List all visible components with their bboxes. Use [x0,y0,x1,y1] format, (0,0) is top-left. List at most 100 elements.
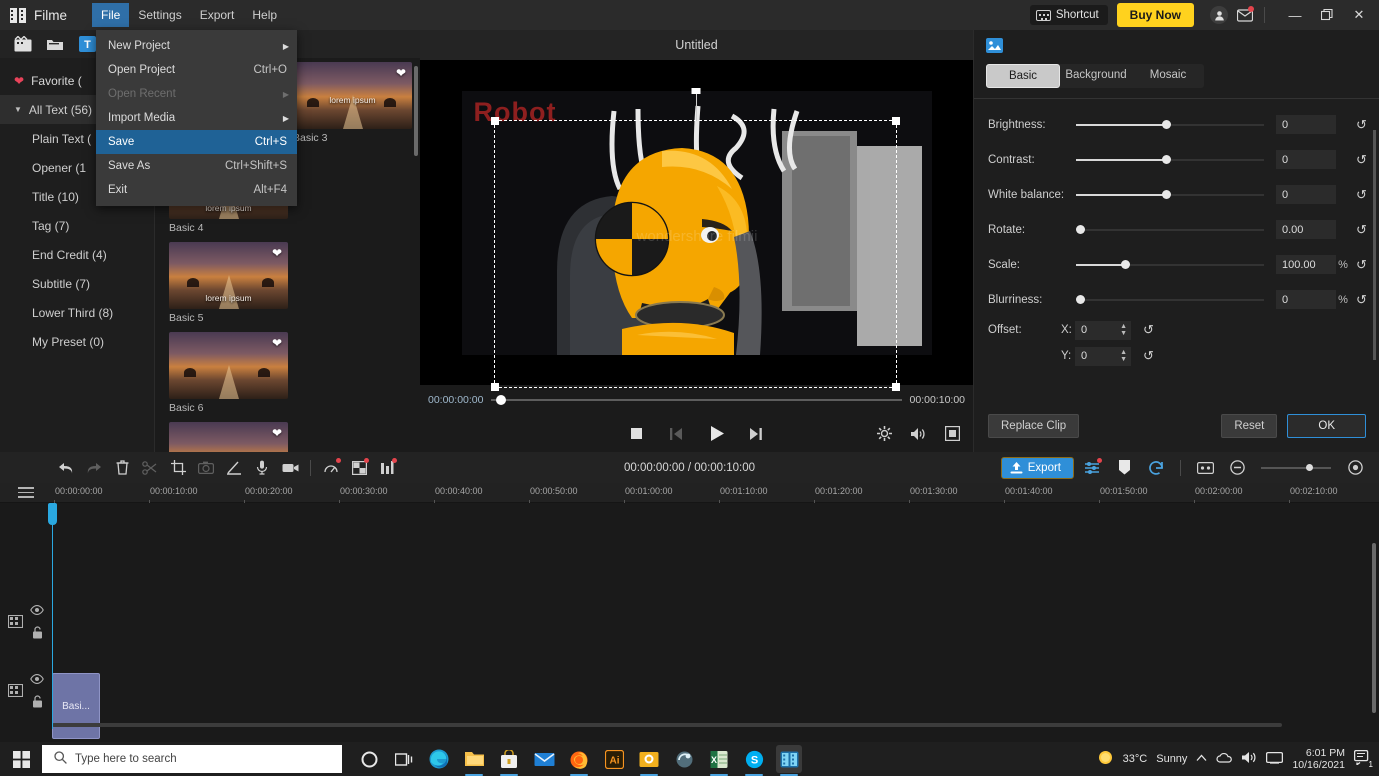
onedrive-icon[interactable] [1216,752,1233,767]
filmstrip-icon[interactable] [1191,456,1219,480]
redo-icon[interactable] [80,456,108,480]
text-icon[interactable]: T [76,34,98,54]
timeline-horizontal-scrollbar[interactable] [52,723,1282,727]
menu-item-save-as[interactable]: Save As Ctrl+Shift+S [96,154,297,178]
menu-settings[interactable]: Settings [129,3,190,27]
zoom-handle[interactable] [1305,463,1313,471]
skype-icon[interactable]: S [741,745,767,776]
heart-filled-icon[interactable]: ❤ [272,246,282,260]
reset-icon[interactable]: ↺ [1143,322,1154,338]
messages-button[interactable] [1232,2,1258,28]
media-cell[interactable]: ❤ lorem ipsum Basic 5 [169,242,288,324]
buy-now-button[interactable]: Buy Now [1116,3,1194,27]
delete-icon[interactable] [108,456,136,480]
zoom-out-icon[interactable] [1223,456,1251,480]
menu-export[interactable]: Export [191,3,244,27]
heart-filled-icon[interactable]: ❤ [272,336,282,350]
timeline-vertical-scrollbar[interactable] [1372,543,1376,713]
blurriness-value[interactable]: 0 [1276,290,1336,309]
sidebar-item-lower-third[interactable]: Lower Third (8) [0,298,154,327]
reset-button[interactable]: Reset [1221,414,1278,438]
weather-temp[interactable]: 33°C [1123,753,1148,765]
preview-canvas[interactable]: wondershare filmii Robot [420,60,973,391]
eye-icon[interactable] [30,604,45,618]
preview-scrubber[interactable] [491,395,902,405]
rotate-slider[interactable] [1076,224,1264,234]
menu-item-save[interactable]: Save Ctrl+S [96,130,297,154]
reset-icon[interactable]: ↺ [1356,222,1367,238]
recuva-icon[interactable] [671,745,697,773]
crop-icon[interactable] [164,456,192,480]
play-icon[interactable] [708,425,726,443]
scrubber-handle[interactable] [495,395,506,405]
outlook-icon[interactable] [636,745,662,776]
lock-icon[interactable] [32,625,43,642]
tab-mosaic[interactable]: Mosaic [1132,64,1204,88]
search-input[interactable]: Type here to search [42,745,342,773]
scale-slider[interactable] [1076,259,1264,269]
menu-item-exit[interactable]: Exit Alt+F4 [96,178,297,202]
reset-icon[interactable]: ↺ [1356,117,1367,133]
heart-filled-icon[interactable]: ❤ [396,66,406,80]
folder-icon[interactable] [44,34,66,54]
replace-clip-button[interactable]: Replace Clip [988,414,1080,438]
zoom-in-icon[interactable] [1341,456,1369,480]
speed-icon[interactable] [317,456,345,480]
media-cell[interactable]: ❤ lorem ipsum Basic 3 [293,62,412,144]
weather-condition[interactable]: Sunny [1156,753,1187,765]
tab-basic[interactable]: Basic [986,64,1060,88]
edge-icon[interactable] [426,745,452,773]
mail-icon[interactable] [531,745,557,773]
reset-icon[interactable]: ↺ [1356,292,1367,308]
playhead[interactable] [48,503,57,729]
menu-item-open-project[interactable]: Open Project Ctrl+O [96,58,297,82]
shortcut-button[interactable]: Shortcut [1029,5,1108,25]
loop-icon[interactable] [1142,456,1170,480]
sidebar-item-my-preset[interactable]: My Preset (0) [0,327,154,356]
volume-icon[interactable] [909,425,927,443]
firefox-icon[interactable] [566,745,592,776]
brightness-value[interactable]: 0 [1276,115,1336,134]
green-screen-icon[interactable] [345,456,373,480]
task-view-icon[interactable] [391,745,417,773]
offset-y-input[interactable]: 0 ▲ ▼ [1075,346,1131,366]
hamburger-icon[interactable] [18,487,34,501]
close-button[interactable]: ✕ [1343,0,1375,30]
properties-scrollbar[interactable] [1373,130,1376,360]
ok-button[interactable]: OK [1287,414,1366,438]
menu-item-new-project[interactable]: New Project ▶ [96,34,297,58]
tab-background[interactable]: Background [1060,64,1132,88]
camera-icon[interactable] [276,456,304,480]
taskbar-clock[interactable]: 6:01 PM 10/16/2021 [1292,747,1345,771]
contrast-slider[interactable] [1076,154,1264,164]
chevron-up-icon[interactable] [1196,753,1207,765]
eye-icon[interactable] [30,673,45,687]
split-icon[interactable] [136,456,164,480]
gear-icon[interactable] [875,425,893,443]
account-button[interactable] [1206,2,1232,28]
menu-item-import-media[interactable]: Import Media ▶ [96,106,297,130]
offset-x-input[interactable]: 0 ▲ ▼ [1075,320,1131,340]
sidebar-item-end-credit[interactable]: End Credit (4) [0,240,154,269]
marker-icon[interactable] [1110,456,1138,480]
undo-icon[interactable] [52,456,80,480]
filme-icon[interactable] [776,745,802,776]
color-edit-icon[interactable] [220,456,248,480]
heart-filled-icon[interactable]: ❤ [272,426,282,440]
cortana-icon[interactable] [356,745,382,773]
fullscreen-icon[interactable] [943,425,961,443]
export-button[interactable]: Export [1000,456,1074,479]
audio-mix-icon[interactable] [1078,456,1106,480]
reset-icon[interactable]: ↺ [1143,348,1154,364]
text-overlay[interactable]: Robot [474,97,557,128]
network-icon[interactable] [1266,751,1284,767]
sidebar-item-subtitle[interactable]: Subtitle (7) [0,269,154,298]
timeline-ruler[interactable]: 00:00:00:00 00:00:10:00 00:00:20:00 00:0… [0,483,1379,505]
excel-icon[interactable]: X [706,745,732,776]
next-frame-icon[interactable] [748,425,766,443]
mix-icon[interactable] [373,456,401,480]
reset-icon[interactable]: ↺ [1356,257,1367,273]
stepper-arrows[interactable]: ▲ ▼ [1120,323,1127,337]
menu-file[interactable]: File [92,3,130,27]
lock-icon[interactable] [32,694,43,711]
